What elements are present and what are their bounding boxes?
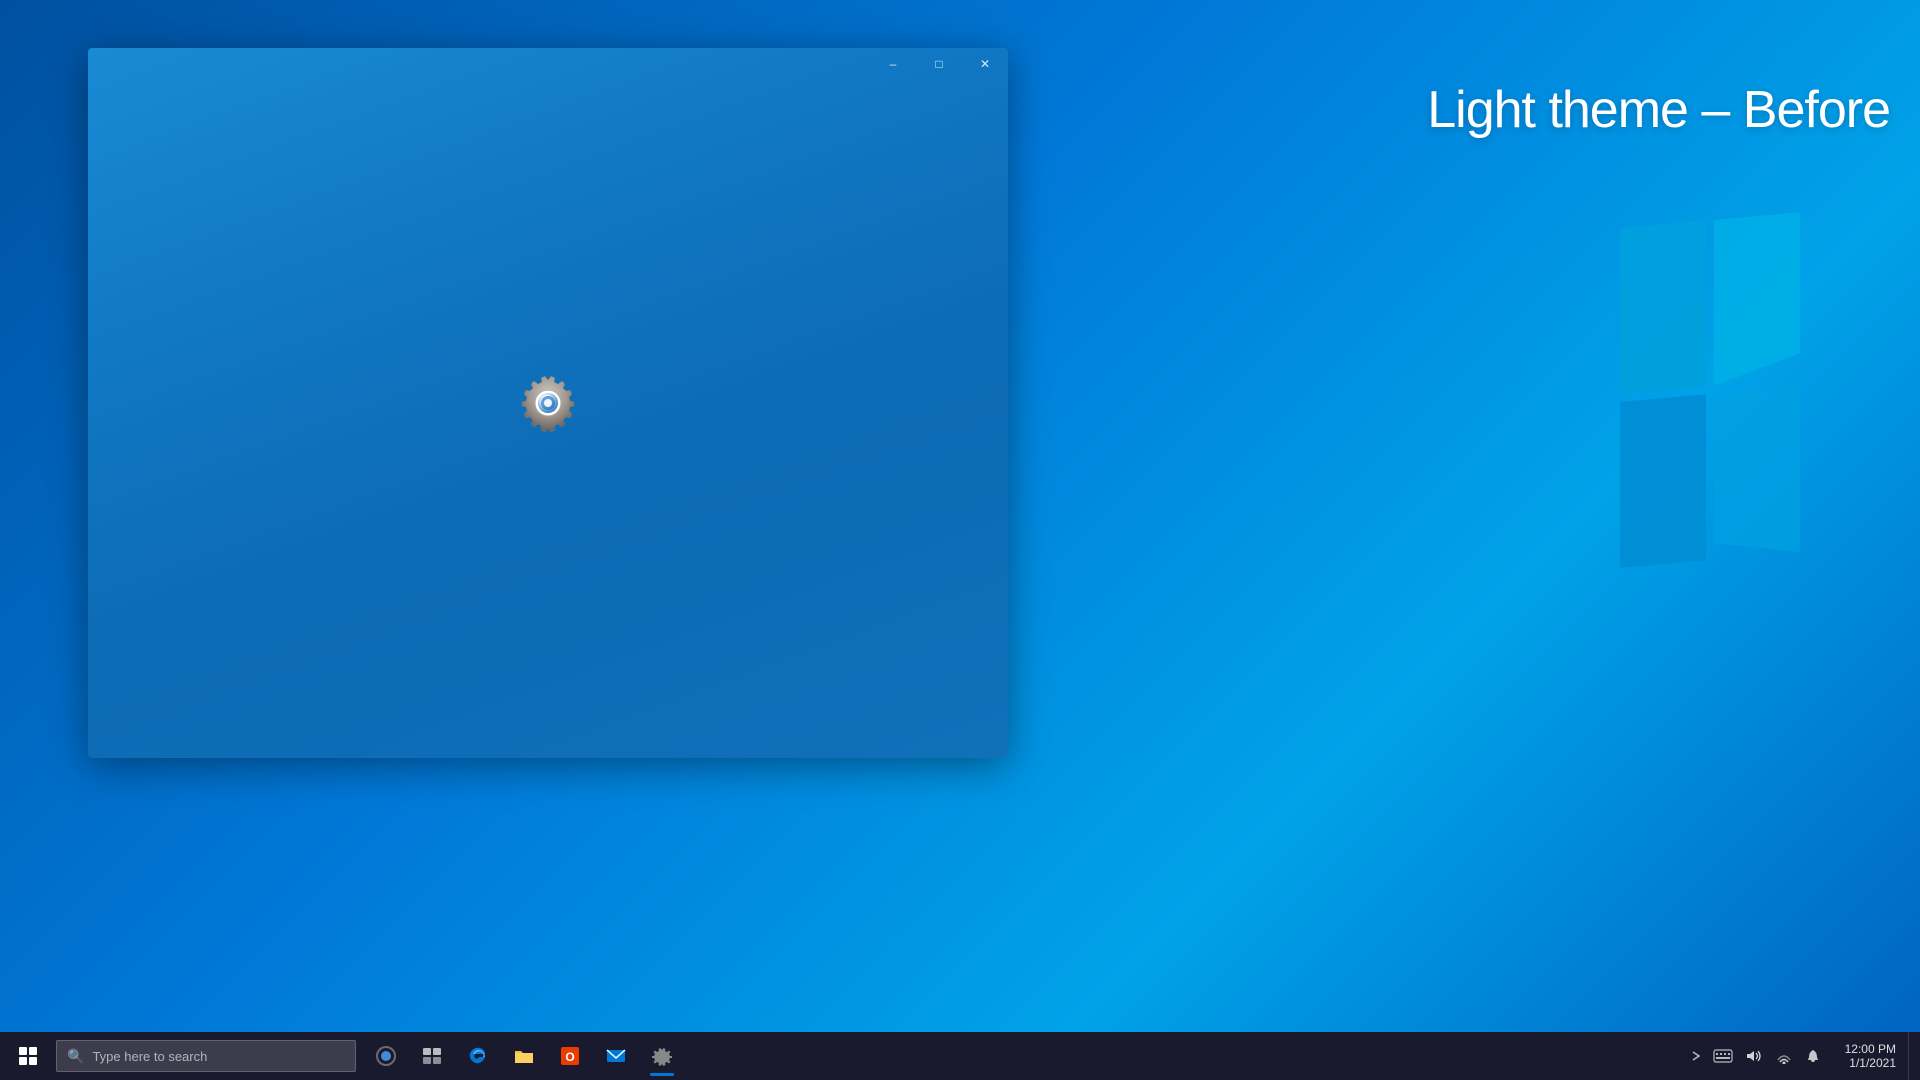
taskbar-clock[interactable]: 12:00 PM 1/1/2021 — [1833, 1032, 1908, 1080]
desktop: Light theme – Before – □ ✕ — [0, 0, 1920, 1080]
maximize-button[interactable]: □ — [916, 48, 962, 80]
tray-volume-icon[interactable] — [1741, 1032, 1767, 1080]
search-placeholder: Type here to search — [92, 1049, 207, 1064]
window-titlebar: – □ ✕ — [870, 48, 1008, 80]
taskbar-app-edge[interactable] — [456, 1034, 500, 1078]
taskbar-app-taskview[interactable] — [410, 1034, 454, 1078]
tray-keyboard-icon[interactable] — [1709, 1032, 1737, 1080]
tray-notification-icon[interactable] — [1801, 1032, 1825, 1080]
clock-date: 1/1/2021 — [1849, 1056, 1896, 1070]
taskbar: 🔍 Type here to search — [0, 1032, 1920, 1080]
taskbar-apps: O — [364, 1034, 684, 1078]
close-button[interactable]: ✕ — [962, 48, 1008, 80]
search-icon: 🔍 — [67, 1048, 84, 1065]
taskbar-app-office[interactable]: O — [548, 1034, 592, 1078]
overlay-title: Light theme – Before — [1427, 80, 1890, 140]
taskbar-app-explorer[interactable] — [502, 1034, 546, 1078]
show-desktop-button[interactable] — [1908, 1032, 1916, 1080]
tray-chevron-icon[interactable] — [1687, 1032, 1705, 1080]
svg-text:O: O — [565, 1050, 574, 1064]
clock-time: 12:00 PM — [1845, 1042, 1896, 1056]
window-content — [88, 48, 1008, 758]
search-bar[interactable]: 🔍 Type here to search — [56, 1040, 356, 1072]
taskbar-app-mail[interactable] — [594, 1034, 638, 1078]
taskbar-app-cortana[interactable] — [364, 1034, 408, 1078]
tray-network-icon[interactable] — [1771, 1032, 1797, 1080]
minimize-button[interactable]: – — [870, 48, 916, 80]
loading-gear-icon — [513, 368, 583, 438]
start-button[interactable] — [4, 1032, 52, 1080]
system-tray — [1687, 1032, 1833, 1080]
settings-window: – □ ✕ — [88, 48, 1008, 758]
windows-logo-watermark — [1620, 220, 1800, 580]
taskbar-app-settings[interactable] — [640, 1034, 684, 1078]
